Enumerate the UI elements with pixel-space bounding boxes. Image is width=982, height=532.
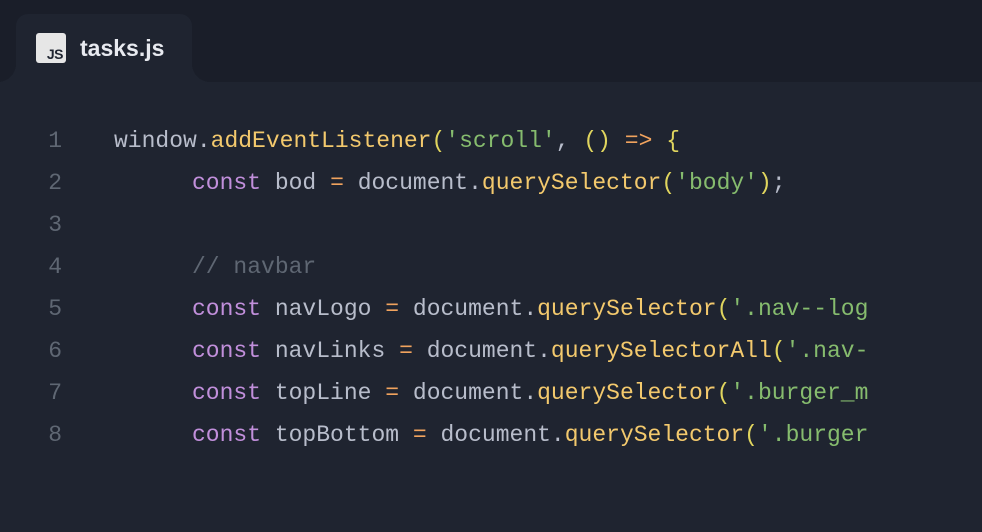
- line-number: 3: [48, 204, 62, 246]
- line-number-gutter: 1 2 3 4 5 6 7 8: [0, 120, 92, 532]
- token-object: document: [413, 296, 523, 322]
- token-paren: (: [717, 296, 731, 322]
- token-keyword: const: [192, 170, 261, 196]
- token-operator: =: [385, 296, 399, 322]
- code-line: const topLine = document.querySelector('…: [114, 372, 982, 414]
- token-operator: =: [399, 338, 413, 364]
- token-space: [570, 128, 584, 154]
- token-paren: ): [597, 128, 611, 154]
- token-paren: (: [772, 338, 786, 364]
- token-brace: {: [666, 128, 680, 154]
- token-string: '.nav-: [786, 338, 869, 364]
- token-space: [261, 296, 275, 322]
- file-tab[interactable]: JS tasks.js: [16, 14, 192, 82]
- token-punct: .: [523, 380, 537, 406]
- token-space: [316, 170, 330, 196]
- token-string: '.nav--log: [730, 296, 868, 322]
- token-object: document: [441, 422, 551, 448]
- js-file-icon: JS: [36, 33, 66, 63]
- token-space: [261, 338, 275, 364]
- token-space: [344, 170, 358, 196]
- token-operator: =: [413, 422, 427, 448]
- token-string: 'body': [675, 170, 758, 196]
- token-paren: (: [431, 128, 445, 154]
- token-string: 'scroll': [445, 128, 555, 154]
- token-space: [371, 296, 385, 322]
- token-object: document: [413, 380, 523, 406]
- token-comment: // navbar: [192, 254, 316, 280]
- tab-filename: tasks.js: [80, 35, 164, 62]
- token-space: [399, 380, 413, 406]
- token-keyword: const: [192, 296, 261, 322]
- line-number: 6: [48, 330, 62, 372]
- token-punct: .: [523, 296, 537, 322]
- token-space: [427, 422, 441, 448]
- token-space: [371, 380, 385, 406]
- line-number: 1: [48, 120, 62, 162]
- token-punct: .: [468, 170, 482, 196]
- token-paren: (: [744, 422, 758, 448]
- token-space: [261, 422, 275, 448]
- code-line: const navLinks = document.querySelectorA…: [114, 330, 982, 372]
- token-operator: =>: [625, 128, 653, 154]
- token-variable: topLine: [275, 380, 372, 406]
- token-paren: ): [758, 170, 772, 196]
- token-punct: ;: [772, 170, 786, 196]
- token-string: '.burger: [758, 422, 868, 448]
- code-line: // navbar: [114, 246, 982, 288]
- token-space: [261, 170, 275, 196]
- token-object: window: [114, 128, 197, 154]
- token-space: [413, 338, 427, 364]
- code-editor: JS tasks.js 1 2 3 4 5 6 7 8 window.addEv…: [0, 0, 982, 532]
- token-space: [385, 338, 399, 364]
- token-object: document: [427, 338, 537, 364]
- token-string: '.burger_m: [730, 380, 868, 406]
- token-space: [261, 380, 275, 406]
- line-number: 8: [48, 414, 62, 456]
- tab-bar: JS tasks.js: [0, 0, 982, 82]
- token-keyword: const: [192, 380, 261, 406]
- code-line: window.addEventListener('scroll', () => …: [114, 120, 982, 162]
- token-variable: topBottom: [275, 422, 399, 448]
- token-paren: (: [661, 170, 675, 196]
- code-area[interactable]: 1 2 3 4 5 6 7 8 window.addEventListener(…: [0, 82, 982, 532]
- token-paren: (: [717, 380, 731, 406]
- token-function: addEventListener: [211, 128, 432, 154]
- line-number: 4: [48, 246, 62, 288]
- code-content[interactable]: window.addEventListener('scroll', () => …: [92, 120, 982, 532]
- token-object: document: [358, 170, 468, 196]
- token-space: [399, 296, 413, 322]
- token-function: querySelector: [565, 422, 744, 448]
- token-operator: =: [330, 170, 344, 196]
- token-space: [399, 422, 413, 448]
- code-line: const navLogo = document.querySelector('…: [114, 288, 982, 330]
- token-variable: navLinks: [275, 338, 385, 364]
- line-number: 7: [48, 372, 62, 414]
- token-punct: .: [537, 338, 551, 364]
- token-punct: .: [551, 422, 565, 448]
- token-keyword: const: [192, 422, 261, 448]
- token-variable: bod: [275, 170, 316, 196]
- code-line: const topBottom = document.querySelector…: [114, 414, 982, 456]
- token-space: [652, 128, 666, 154]
- token-keyword: const: [192, 338, 261, 364]
- token-operator: =: [385, 380, 399, 406]
- token-function: querySelector: [537, 296, 716, 322]
- token-space: [611, 128, 625, 154]
- line-number: 2: [48, 162, 62, 204]
- line-number: 5: [48, 288, 62, 330]
- token-paren: (: [583, 128, 597, 154]
- code-line: const bod = document.querySelector('body…: [114, 162, 982, 204]
- token-function: querySelectorAll: [551, 338, 772, 364]
- code-line-blank: [114, 204, 982, 246]
- token-variable: navLogo: [275, 296, 372, 322]
- token-function: querySelector: [482, 170, 661, 196]
- token-function: querySelector: [537, 380, 716, 406]
- token-punct: .: [197, 128, 211, 154]
- token-punct: ,: [556, 128, 570, 154]
